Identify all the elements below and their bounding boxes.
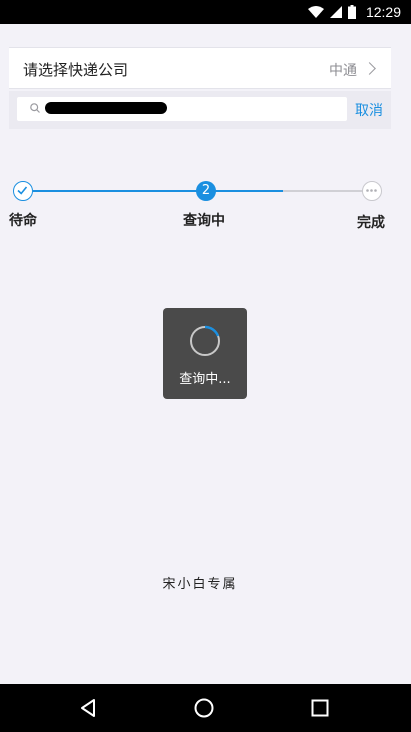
footer-text: 宋小白专属	[162, 577, 238, 592]
back-icon[interactable]	[79, 698, 99, 718]
recents-icon[interactable]	[311, 699, 329, 717]
progress-line-done	[33, 190, 283, 192]
courier-company-selector[interactable]: 请选择快递公司 中通	[9, 47, 391, 89]
chevron-right-icon	[363, 62, 376, 75]
status-time: 12:29	[365, 4, 401, 20]
search-box[interactable]	[17, 97, 347, 121]
courier-company-label: 请选择快递公司	[23, 61, 129, 79]
status-icons: 12:29	[307, 0, 401, 24]
search-icon	[30, 103, 40, 113]
step-1-check-icon	[13, 181, 33, 201]
loading-toast: 查询中...	[163, 308, 247, 399]
cancel-button[interactable]: 取消	[355, 100, 383, 120]
status-bar: 12:29	[0, 0, 411, 24]
step-2-number: 2	[201, 183, 211, 198]
step-3-more-icon	[362, 181, 382, 201]
progress-line-pending	[283, 190, 363, 192]
navigation-bar	[0, 684, 411, 732]
home-icon[interactable]	[193, 697, 215, 719]
step-2-number-badge: 2	[196, 181, 216, 201]
battery-icon	[347, 5, 356, 19]
loading-spinner-icon	[190, 325, 220, 356]
loading-text: 查询中...	[179, 372, 231, 387]
cellular-signal-icon	[329, 6, 342, 18]
wifi-icon	[307, 6, 324, 18]
redacted-tracking-number	[45, 102, 167, 114]
step-2-label: 查询中	[183, 213, 225, 229]
courier-company-value: 中通	[329, 63, 357, 79]
search-bar: 取消	[9, 91, 391, 129]
step-1-label: 待命	[9, 213, 37, 229]
step-3-label: 完成	[357, 215, 385, 231]
